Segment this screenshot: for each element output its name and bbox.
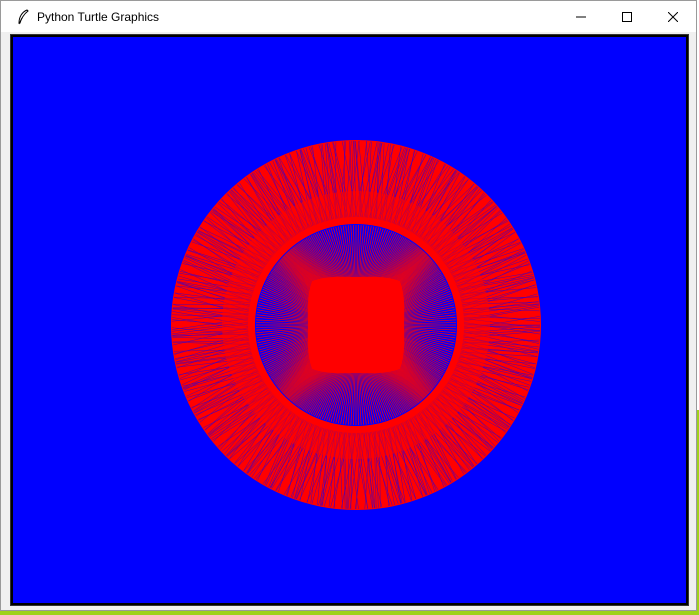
close-icon [667, 7, 679, 26]
minimize-icon [576, 7, 586, 26]
center-shape [307, 276, 405, 374]
feather-icon [15, 8, 31, 25]
turtle-window: Python Turtle Graphics [0, 0, 697, 611]
window-controls [558, 1, 696, 32]
close-button[interactable] [650, 1, 696, 32]
minimize-button[interactable] [558, 1, 604, 32]
title-bar[interactable]: Python Turtle Graphics [1, 1, 696, 32]
window-title: Python Turtle Graphics [37, 9, 160, 24]
maximize-icon [622, 7, 632, 26]
turtle-canvas[interactable] [13, 37, 686, 603]
maximize-button[interactable] [604, 1, 650, 32]
turtle-drawing [171, 140, 541, 510]
canvas-frame [10, 34, 689, 606]
